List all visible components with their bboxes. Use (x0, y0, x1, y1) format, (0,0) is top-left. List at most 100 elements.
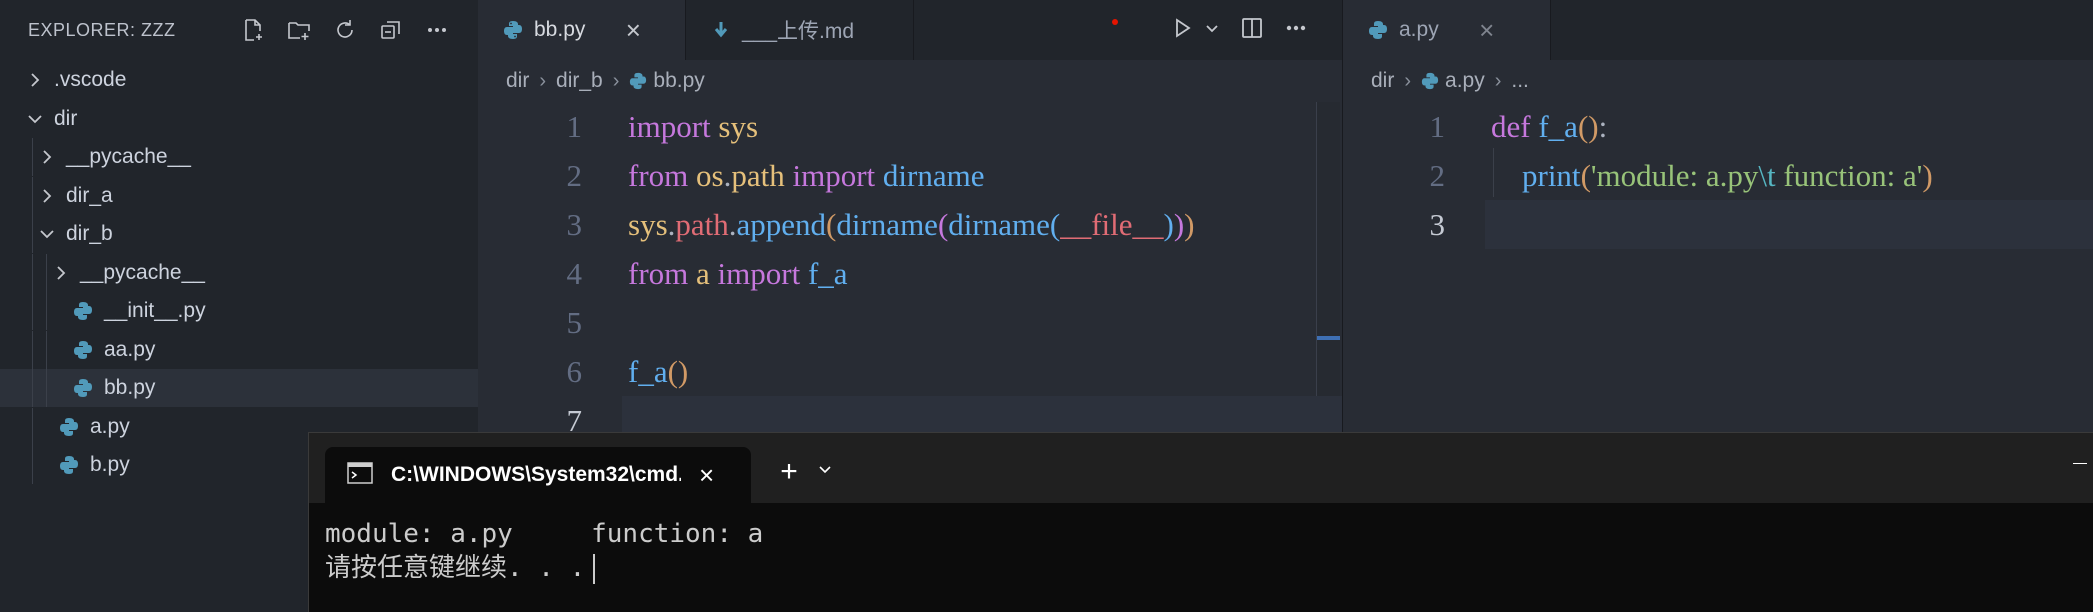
tab-upload-md[interactable]: ___上传.md (686, 0, 914, 60)
chevron-down-icon[interactable] (1204, 20, 1220, 41)
tree-item-label: dir_a (66, 183, 113, 207)
code-line[interactable]: 1 import sys (478, 102, 1342, 151)
tree-folder[interactable]: dir_b (0, 215, 478, 253)
code-text: import sys (628, 109, 759, 144)
terminal-output: module: a.py function: a 请按任意键继续. . . (325, 517, 763, 585)
tree-item-label: dir_b (66, 222, 113, 245)
tree-folder[interactable]: __pycache__ (0, 138, 478, 176)
breadcrumb-item[interactable]: dir (506, 69, 529, 93)
close-icon[interactable]: × (1475, 15, 1499, 46)
python-file-icon (72, 377, 94, 399)
line-number: 3 (566, 207, 583, 242)
tree-item-label: __pycache__ (80, 260, 205, 284)
unsaved-dot-icon (1112, 19, 1118, 25)
breadcrumb-item[interactable]: dir_b (556, 69, 603, 93)
chevron-right-icon: › (1404, 69, 1412, 92)
line-number: 4 (566, 256, 583, 291)
collapse-all-icon[interactable] (378, 17, 404, 43)
code-text: from a import f_a (628, 256, 848, 291)
terminal-prompt-text: 请按任意键继续. . . (325, 553, 586, 583)
code-text: from os.path import dirname (628, 158, 985, 193)
indent-guide (32, 176, 33, 215)
run-file-icon[interactable] (1170, 16, 1194, 45)
indent-guide (46, 292, 47, 330)
code-line[interactable]: 3 (1430, 200, 2093, 249)
new-tab-icon[interactable]: + (771, 455, 807, 489)
terminal-tab[interactable]: C:\WINDOWS\System32\cmd. × (325, 447, 751, 503)
indent-guide (46, 330, 47, 369)
breadcrumb: dir › dir_b › bb.py (478, 60, 705, 102)
breadcrumb-item[interactable]: bb.py (653, 69, 704, 93)
tree-file[interactable]: aa.py (0, 330, 478, 369)
tab-bb-py[interactable]: bb.py × (478, 0, 686, 60)
code-line[interactable]: 6 f_a() (478, 347, 1342, 396)
refresh-icon[interactable] (332, 17, 358, 43)
python-file-icon (1421, 72, 1439, 90)
code-line[interactable]: 2 print('module: a.py\t function: a') (1343, 151, 2093, 200)
text-cursor (593, 553, 596, 584)
explorer-title: EXPLORER: ZZZ (28, 19, 176, 40)
minimize-icon[interactable] (2073, 463, 2087, 464)
tree-file[interactable]: __init__.py (0, 292, 478, 330)
tree-file[interactable]: bb.py (0, 369, 478, 407)
chevron-right-icon: › (612, 69, 620, 92)
more-actions-icon[interactable] (1284, 16, 1308, 45)
tree-folder[interactable]: __pycache__ (0, 253, 478, 292)
explorer-header: EXPLORER: ZZZ (0, 0, 478, 60)
indent-guide (32, 138, 33, 176)
indent-guide (46, 253, 47, 292)
breadcrumb-item[interactable]: dir (1371, 69, 1394, 93)
terminal-tab-title: C:\WINDOWS\System32\cmd. (391, 463, 681, 486)
tree-item-label: __pycache__ (66, 145, 191, 168)
indent-guide (1493, 148, 1494, 197)
split-editor-icon[interactable] (1240, 16, 1264, 45)
more-actions-icon[interactable] (424, 17, 450, 43)
code-line[interactable]: 1 def f_a(): (1343, 102, 2093, 151)
indent-guide (32, 407, 33, 446)
line-number: 2 (566, 158, 583, 193)
chevron-right-icon[interactable] (24, 69, 46, 91)
python-file-icon (502, 19, 524, 41)
cmd-icon (347, 461, 373, 489)
chevron-right-icon[interactable] (36, 146, 58, 168)
cmd-terminal-window[interactable]: C:\WINDOWS\System32\cmd. × + module: a.p… (308, 432, 2093, 612)
code-line[interactable]: 5 (478, 298, 1342, 347)
markdown-download-icon (710, 19, 732, 41)
code-line[interactable]: 3 sys.path.append(dirname(dirname(__file_… (478, 200, 1342, 249)
chevron-down-icon[interactable] (24, 108, 46, 130)
chevron-right-icon[interactable] (36, 185, 58, 207)
python-file-icon (1367, 19, 1389, 41)
terminal-titlebar: C:\WINDOWS\System32\cmd. × + (309, 433, 2093, 503)
chevron-down-icon[interactable] (36, 223, 58, 245)
new-folder-icon[interactable] (286, 17, 312, 43)
breadcrumb-item[interactable]: ... (1511, 69, 1529, 93)
chevron-right-icon: › (539, 69, 547, 92)
tree-item-label: .vscode (54, 68, 127, 91)
chevron-down-icon[interactable] (817, 461, 833, 482)
breadcrumb: dir › a.py › ... (1343, 60, 1529, 102)
tree-item-label: aa.py (104, 337, 156, 361)
tree-item-label: b.py (90, 453, 130, 476)
new-file-icon[interactable] (240, 17, 266, 43)
code-line[interactable]: 2 from os.path import dirname (478, 151, 1342, 200)
tab-label: a.py (1399, 18, 1439, 41)
tree-folder[interactable]: dir (0, 100, 478, 138)
breadcrumb-item[interactable]: a.py (1445, 69, 1485, 93)
python-file-icon (629, 72, 647, 90)
indent-guide (32, 330, 33, 369)
chevron-right-icon[interactable] (50, 262, 72, 284)
close-icon[interactable]: × (699, 460, 714, 491)
indent-guide (32, 292, 33, 330)
python-file-icon (72, 300, 94, 322)
code-text: f_a() (628, 354, 689, 389)
code-text: sys.path.append(dirname(dirname(__file__… (628, 207, 1195, 242)
tree-item-label: __init__.py (104, 299, 206, 322)
close-icon[interactable]: × (621, 15, 645, 46)
tree-item-label: a.py (90, 414, 130, 438)
code-line[interactable]: 4 from a import f_a (478, 249, 1342, 298)
tree-folder[interactable]: dir_a (0, 176, 478, 215)
python-file-icon (72, 339, 94, 361)
tab-a-py[interactable]: a.py × (1343, 0, 1551, 60)
tree-folder[interactable]: .vscode (0, 61, 478, 99)
chevron-right-icon: › (1494, 69, 1502, 92)
